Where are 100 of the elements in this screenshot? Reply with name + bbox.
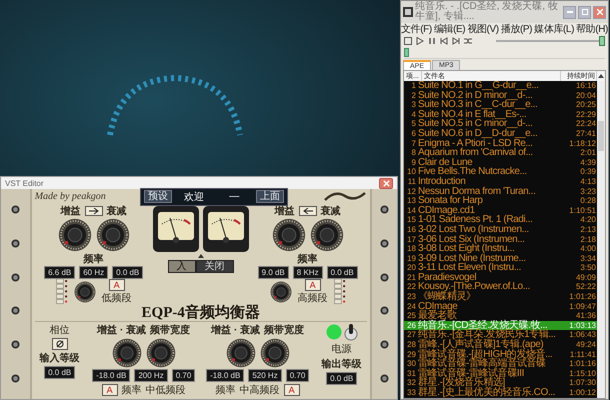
value-display: 0.0 dB — [112, 266, 144, 279]
meter-switch-option[interactable]: 关闭 — [196, 260, 234, 273]
next-icon[interactable] — [452, 37, 460, 45]
track-number: 7 — [410, 138, 417, 148]
track-row[interactable]: 8 Aquarium from 'Carnival of... 2:01 — [404, 148, 597, 158]
track-row[interactable]: 33 群星.-[史上最优美的轻音乐.CO... 1:00:12 — [404, 388, 597, 398]
led-ladder-drawing — [56, 279, 68, 305]
mode-button[interactable]: A — [102, 384, 118, 396]
menu-item[interactable]: 媒体库(L) — [534, 22, 574, 36]
track-row[interactable]: 3 Suite NO.3 in C__C-dur__e... 20:25 — [404, 100, 597, 110]
track-row[interactable]: 4 Suite NO.4 in E flat__Es-... 22:29 — [404, 110, 597, 120]
track-number: 25 — [406, 311, 417, 321]
track-row[interactable]: 15 1-01 Sadeness Pt. 1 (Radi... 4:20 — [404, 215, 597, 225]
mode-label: 低频段 — [102, 292, 132, 305]
track-duration: 20:04 — [576, 90, 597, 100]
knob[interactable] — [112, 338, 142, 368]
track-name: Paradiesvogel — [418, 272, 476, 282]
track-row[interactable]: 23 《蝴蝶精灵》 1:01:26 — [404, 292, 597, 302]
track-duration: 1:07:30 — [569, 378, 597, 388]
track-number: 19 — [406, 254, 417, 264]
knob[interactable] — [146, 338, 176, 368]
mode-button[interactable]: A — [304, 279, 321, 291]
track-row[interactable]: 2 Suite NO.2 in D minor__d-... 20:04 — [404, 90, 597, 100]
menu-item[interactable]: 视图(V) — [467, 22, 499, 36]
meter-switch-option[interactable]: 入 — [168, 260, 196, 273]
volume-thumb[interactable] — [599, 36, 605, 46]
knob[interactable] — [310, 218, 344, 252]
shuffle-icon[interactable] — [464, 37, 472, 45]
scrollbar[interactable] — [597, 81, 605, 398]
stop-icon[interactable] — [404, 37, 412, 45]
track-row[interactable]: 10 Five Bells.The Nutcracke... 0:39 — [404, 167, 597, 177]
preset-name: 欢迎 — [183, 190, 206, 204]
menu-item[interactable]: 帮助(H) — [576, 22, 608, 36]
track-row[interactable]: 28 雷峰.-[人声试音碟]1专辑.(ape) 49:24 — [404, 340, 597, 350]
track-number: 32 — [406, 378, 417, 388]
knob[interactable] — [58, 218, 92, 252]
phase-button[interactable] — [52, 338, 68, 350]
menu-item[interactable]: 文件(F) — [401, 22, 432, 36]
track-row[interactable]: 19 3-09 Lost Nine (Instrume... 3:34 — [404, 254, 597, 264]
knob[interactable] — [226, 338, 256, 368]
track-row[interactable]: 30 雷峰试音碟-雷峰高端音试音碟 1:01:16 — [404, 359, 597, 369]
toggle-switch-icon[interactable] — [344, 323, 358, 341]
track-duration: 1:11:41 — [570, 350, 597, 360]
track-row[interactable]: 11 Introduction 4:13 — [404, 176, 597, 187]
track-number: 12 — [406, 186, 417, 196]
power-label: 电源 — [332, 342, 352, 356]
play-icon[interactable] — [416, 37, 424, 45]
track-row[interactable]: 21 Paradiesvogel 49:09 — [404, 272, 597, 282]
track-row[interactable]: 13 Sonata for Harp 0:28 — [404, 196, 597, 206]
pause-icon[interactable] — [428, 37, 436, 45]
track-row[interactable]: 1 Suite NO.1 in G__G-dur__e... 16:16 — [404, 81, 597, 91]
track-row[interactable]: 20 3-11 Lost Eleven (Instru... 3:50 — [404, 263, 597, 273]
maximize-button[interactable] — [578, 6, 591, 18]
track-duration: 27:41 — [576, 128, 597, 139]
value-display: -18.0 dB — [92, 369, 130, 382]
track-row[interactable]: 16 3-02 Lost Two (Instrumen... 2:13 — [404, 224, 597, 234]
knob[interactable] — [270, 281, 292, 303]
track-row[interactable]: 14 CDImage.cd1 1:10:51 — [404, 206, 597, 216]
track-name: 3-02 Lost Two (Instrumen... — [418, 224, 529, 234]
seek-slider[interactable] — [404, 48, 605, 59]
scrollbar-thumb[interactable] — [598, 121, 604, 151]
track-row[interactable]: 24 CDImage 1:09:47 — [404, 302, 597, 312]
close-button[interactable] — [379, 178, 393, 188]
track-row[interactable]: 22 Kousoy.-[The.Power.of.Lo... 52:22 — [404, 282, 597, 292]
track-row[interactable]: 5 Suite NO.5 in C minor__d-... 22:24 — [404, 119, 597, 129]
knob[interactable] — [74, 281, 96, 303]
scroll-up-button[interactable] — [597, 74, 605, 78]
link-button[interactable] — [298, 206, 317, 216]
minimize-button[interactable] — [563, 6, 576, 18]
value-display: 8 KHz — [292, 266, 323, 279]
track-row[interactable]: 18 3-08 Lost Eight (Instru... 4:00 — [404, 244, 597, 254]
previous-icon[interactable] — [440, 37, 448, 45]
track-row[interactable]: 17 3-06 Lost Six (Instrumen... 2:18 — [404, 234, 597, 244]
mode-button[interactable]: A — [284, 384, 300, 396]
track-row[interactable]: 31 雷峰试音碟-雷峰试音碟III 1:15:10 — [404, 368, 597, 378]
track-row[interactable]: 25 最爱老歌 41:36 — [404, 311, 597, 321]
mode-button[interactable]: A — [108, 279, 125, 291]
tools-button[interactable]: 上面 — [256, 190, 284, 203]
knob[interactable] — [272, 218, 306, 252]
knob[interactable] — [96, 218, 130, 252]
track-row[interactable]: 29 雷峰试音碟.-[超HIGH的发烧音... 1:11:41 — [404, 350, 597, 360]
track-duration: 3:34 — [580, 254, 597, 264]
track-number: 5 — [410, 119, 417, 129]
track-duration: 41:36 — [576, 311, 597, 321]
close-button[interactable] — [593, 6, 606, 18]
preset-button[interactable]: 预设 — [144, 190, 172, 203]
track-row[interactable]: 7 Enigma - A Ptiori - LSD Re... 1:18:12 — [404, 138, 597, 148]
track-row[interactable]: 6 Suite NO.6 in D__D-dur__e... 27:41 — [404, 128, 597, 139]
link-button[interactable] — [84, 206, 103, 216]
track-row[interactable]: 32 群星.-[发烧音乐精选] 1:07:30 — [404, 378, 597, 388]
track-row[interactable]: 26 纯音乐.-[CD圣经.发烧天碟.牧... 1:03:13 — [404, 320, 597, 330]
track-row[interactable]: 12 Nessun Dorma from 'Turan... 3:23 — [404, 186, 597, 196]
arrow-icon — [302, 208, 313, 214]
menu-item[interactable]: 编辑(E) — [434, 22, 466, 36]
knob[interactable] — [260, 338, 290, 368]
track-number: 18 — [406, 244, 417, 254]
menu-item[interactable]: 播放(P) — [500, 22, 532, 36]
seek-thumb[interactable] — [404, 48, 409, 57]
track-name: Kousoy.-[The.Power.of.Lo... — [418, 282, 531, 292]
track-row[interactable]: 9 Clair de Lune 4:39 — [404, 158, 597, 168]
